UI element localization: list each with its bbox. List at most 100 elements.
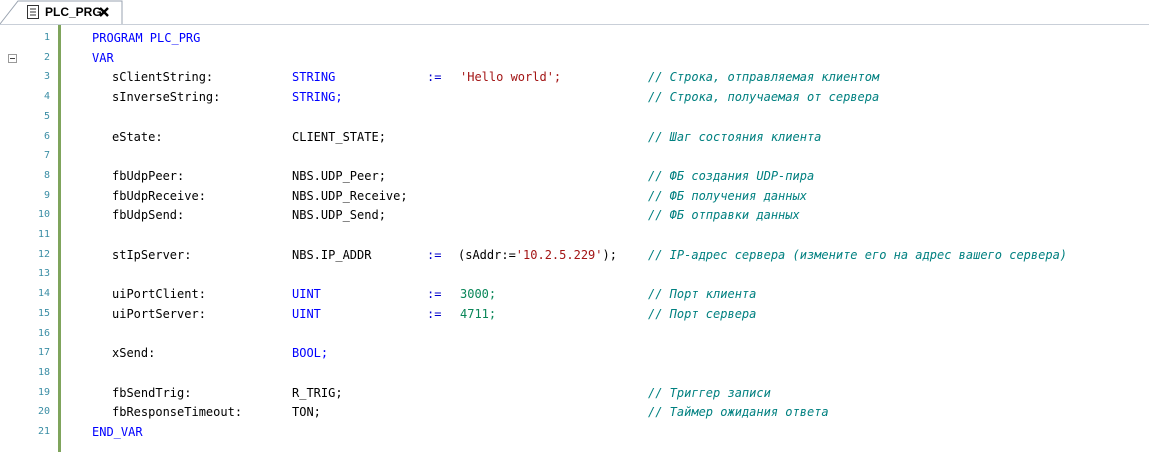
variable-type: NBS.IP_ADDR [292,247,372,262]
value-literal: '10.2.5.229' [515,247,603,262]
close-icon[interactable] [97,4,111,18]
tab-title: PLC_PRG [45,5,102,19]
code-line[interactable]: 15 uiPortServer: UINT := 4711; // Порт сервер… [0,305,1149,325]
line-number: 18 [37,366,50,378]
line-number: 1 [43,32,50,43]
variable-name: fbUdpSend: [112,208,185,223]
line-number: 21 [37,426,50,437]
code-line[interactable]: 18 [0,364,1149,384]
variable-name: eState: [112,129,163,144]
code-line[interactable]: 14 uiPortClient: UINT := 3000; // Порт клиент… [0,285,1149,305]
variable-type: NBS.UDP_Send; [292,208,386,223]
code-comment: // ФБ получения данных [648,188,807,203]
line-number: 6 [43,130,50,142]
line-number: 10 [37,209,50,221]
variable-type: UINT [292,306,321,321]
value-literal: 3000; [460,287,497,302]
line-number: 16 [37,327,50,339]
code-comment: // Строка, отправляемая клиентом [648,70,880,85]
code-line[interactable]: 11 [0,226,1149,246]
value-literal: 4711; [460,306,497,321]
code-comment: // Строка, получаемая от сервера [648,90,880,105]
assign-operator: := [427,306,442,321]
line-number: 2 [43,51,50,63]
variable-name: xSend: [112,346,156,361]
code-line[interactable]: 8 fbUdpPeer: NBS.UDP_Peer; // ФБ создания U… [0,167,1149,187]
code-comment: // Шаг состояния клиента [648,129,822,144]
code-line[interactable]: 17 xSend: BOOL; [0,344,1149,364]
code-line[interactable]: 13 [0,265,1149,285]
code-keyword: END_VAR [92,425,143,439]
line-number: 11 [37,229,50,240]
code-line[interactable]: 7 [0,147,1149,167]
line-number: 14 [37,288,50,300]
line-number: 9 [43,189,50,201]
initial-value: (sAddr:='10.2.5.229'); [458,248,617,262]
line-number: 3 [43,71,50,83]
variable-name: stIpServer: [112,247,192,262]
variable-type: NBS.UDP_Receive; [292,188,408,203]
variable-type: NBS.UDP_Peer; [292,168,386,183]
value-suffix: ); [602,247,617,262]
code-line[interactable]: 3 sClientString: STRING := 'Hello world'; // … [0,68,1149,88]
code-editor[interactable]: 1 PROGRAM PLC_PRG 2 VAR 3 sClientString: STRIN… [0,25,1149,452]
code-comment: // ФБ отправки данных [648,208,800,223]
variable-name: fbUdpReceive: [112,188,206,203]
code-line[interactable]: 1 PROGRAM PLC_PRG [0,29,1149,49]
code-line[interactable]: 10 fbUdpSend: NBS.UDP_Send; // ФБ отправки … [0,206,1149,226]
code-keyword: VAR [92,50,114,65]
code-line[interactable]: 9 fbUdpReceive: NBS.UDP_Receive; // ФБ полу… [0,187,1149,207]
value-literal: 'Hello world'; [460,70,562,85]
variable-name: uiPortServer: [112,306,206,321]
initial-value: 4711; [460,307,496,321]
variable-name: fbSendTrig: [112,385,192,400]
assign-operator: := [427,70,442,85]
code-line[interactable]: 2 VAR [0,49,1149,69]
line-number: 17 [37,347,50,359]
line-number: 13 [37,268,50,280]
code-comment: // ФБ создания UDP-пира [648,168,815,183]
line-number: 7 [43,150,50,162]
variable-type: UINT [292,287,321,302]
code-comment: // IP-адрес сервера (измените его на адр… [648,247,1068,262]
line-number: 19 [37,386,50,398]
code-line[interactable]: 5 [0,108,1149,128]
code-comment: // Таймер ожидания ответа [648,405,829,420]
editor-tab-bar: PLC_PRG [0,0,1149,25]
code-comment: // Порт клиента [648,287,757,302]
assign-operator: := [427,247,442,262]
value-prefix: (sAddr:= [458,247,516,262]
line-number: 20 [37,406,50,418]
tab-plc-prg[interactable]: PLC_PRG [0,0,150,25]
line-number: 5 [43,110,50,122]
variable-name: uiPortClient: [112,287,206,302]
code-line[interactable]: 6 eState: CLIENT_STATE; // Шаг состояния кл… [0,128,1149,148]
line-number: 12 [37,248,50,260]
initial-value: 3000; [460,287,496,301]
code-line[interactable]: 20 fbResponseTimeout: TON; // Таймер ожидан… [0,403,1149,423]
code-line[interactable]: 4 sInverseString: STRING; // Строка, получа… [0,88,1149,108]
document-icon [27,4,39,19]
variable-type: BOOL; [292,346,329,361]
code-line[interactable]: 21 END_VAR [0,423,1149,443]
code-line[interactable]: 12 stIpServer: NBS.IP_ADDR := (sAddr:='10.2.… [0,246,1149,266]
code-comment: // Триггер записи [648,385,771,400]
variable-type: STRING [292,70,336,85]
assign-operator: := [427,287,442,302]
variable-type: R_TRIG; [292,385,343,400]
code-comment: // Порт сервера [648,306,757,321]
variable-type: STRING; [292,90,343,105]
variable-type: CLIENT_STATE; [292,129,386,144]
line-number: 15 [37,307,50,319]
code-keyword: PROGRAM PLC_PRG [92,31,201,45]
variable-name: sInverseString: [112,90,221,105]
variable-type: TON; [292,405,321,420]
code-line[interactable]: 16 [0,325,1149,345]
variable-name: fbResponseTimeout: [112,405,243,420]
initial-value: 'Hello world'; [460,70,561,84]
variable-name: sClientString: [112,70,214,85]
line-number: 4 [43,91,50,103]
code-line[interactable]: 19 fbSendTrig: R_TRIG; // Триггер записи [0,384,1149,404]
variable-name: fbUdpPeer: [112,168,185,183]
line-number: 8 [43,169,50,181]
